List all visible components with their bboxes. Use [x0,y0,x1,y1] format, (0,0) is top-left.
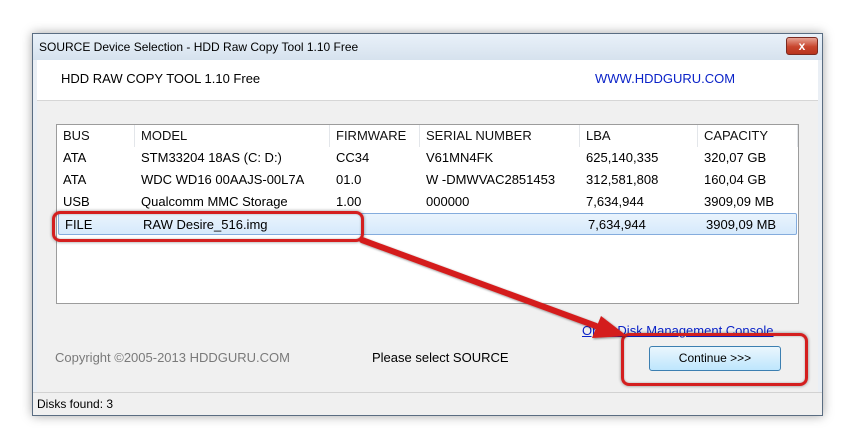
cell-lba: 312,581,808 [586,172,659,187]
close-button[interactable]: x [786,37,818,55]
copyright-text: Copyright ©2005-2013 HDDGURU.COM [55,350,290,365]
list-header: BUS MODEL FIRMWARE SERIAL NUMBER LBA CAP… [57,125,798,147]
cell-model: Qualcomm MMC Storage [141,194,288,209]
cell-serial-number [422,214,582,236]
table-row-selected[interactable]: FILE RAW Desire_516.img 7,634,944 3909,0… [58,213,797,235]
column-header-serial-number[interactable]: SERIAL NUMBER [420,125,580,147]
column-header-bus[interactable]: BUS [57,125,135,147]
app-name: HDD RAW COPY TOOL 1.10 Free [61,71,261,86]
disks-found-text: Disks found: 3 [37,397,114,411]
website-link[interactable]: WWW.HDDGURU.COM [595,71,735,86]
table-row[interactable]: USB Qualcomm MMC Storage 1.00 000000 7,6… [57,191,798,213]
cell-firmware: 01.0 [336,172,362,187]
cell-serial-number: W -DMWVAC2851453 [426,172,556,187]
cell-firmware: 1.00 [336,194,362,209]
cell-firmware: CC34 [336,150,370,165]
cell-lba: 7,634,944 [586,194,644,209]
cell-bus: ATA [63,150,87,165]
cell-bus: ATA [63,172,87,187]
cell-serial-number: 000000 [426,194,470,209]
disk-management-link[interactable]: Open Disk Management Console [582,323,774,338]
cell-bus: FILE [65,217,93,232]
cell-bus: USB [63,194,90,209]
table-row[interactable]: ATA WDC WD16 00AAJS-00L7A 01.0 W -DMWVAC… [57,169,798,191]
continue-button[interactable]: Continue >>> [649,346,781,371]
cell-model: RAW Desire_516.img [143,217,268,232]
source-selection-window: SOURCE Device Selection - HDD Raw Copy T… [32,33,823,416]
cell-capacity: 320,07 GB [704,150,767,165]
cell-capacity: 160,04 GB [704,172,767,187]
dialog-body: HDD RAW COPY TOOL 1.10 Free WWW.HDDGURU.… [37,60,818,393]
cell-serial-number: V61MN4FK [426,150,494,165]
title-bar[interactable]: SOURCE Device Selection - HDD Raw Copy T… [33,34,822,60]
cell-model: WDC WD16 00AAJS-00L7A [141,172,305,187]
cell-capacity: 3909,09 MB [706,217,777,232]
column-header-firmware[interactable]: FIRMWARE [330,125,420,147]
cell-lba: 7,634,944 [588,217,646,232]
device-list[interactable]: BUS MODEL FIRMWARE SERIAL NUMBER LBA CAP… [56,124,799,304]
table-row[interactable]: ATA STM33204 18AS (C: D:) CC34 V61MN4FK … [57,147,798,169]
window-title: SOURCE Device Selection - HDD Raw Copy T… [39,40,359,54]
column-header-capacity[interactable]: CAPACITY [698,125,798,147]
cell-firmware [332,214,422,236]
status-message: Please select SOURCE [372,350,509,365]
cell-model: STM33204 18AS (C: D:) [141,150,282,165]
cell-lba: 625,140,335 [586,150,659,165]
column-header-model[interactable]: MODEL [135,125,330,147]
header-band: HDD RAW COPY TOOL 1.10 Free WWW.HDDGURU.… [37,60,818,101]
cell-capacity: 3909,09 MB [704,194,775,209]
status-bar: Disks found: 3 [33,392,822,415]
column-header-lba[interactable]: LBA [580,125,698,147]
